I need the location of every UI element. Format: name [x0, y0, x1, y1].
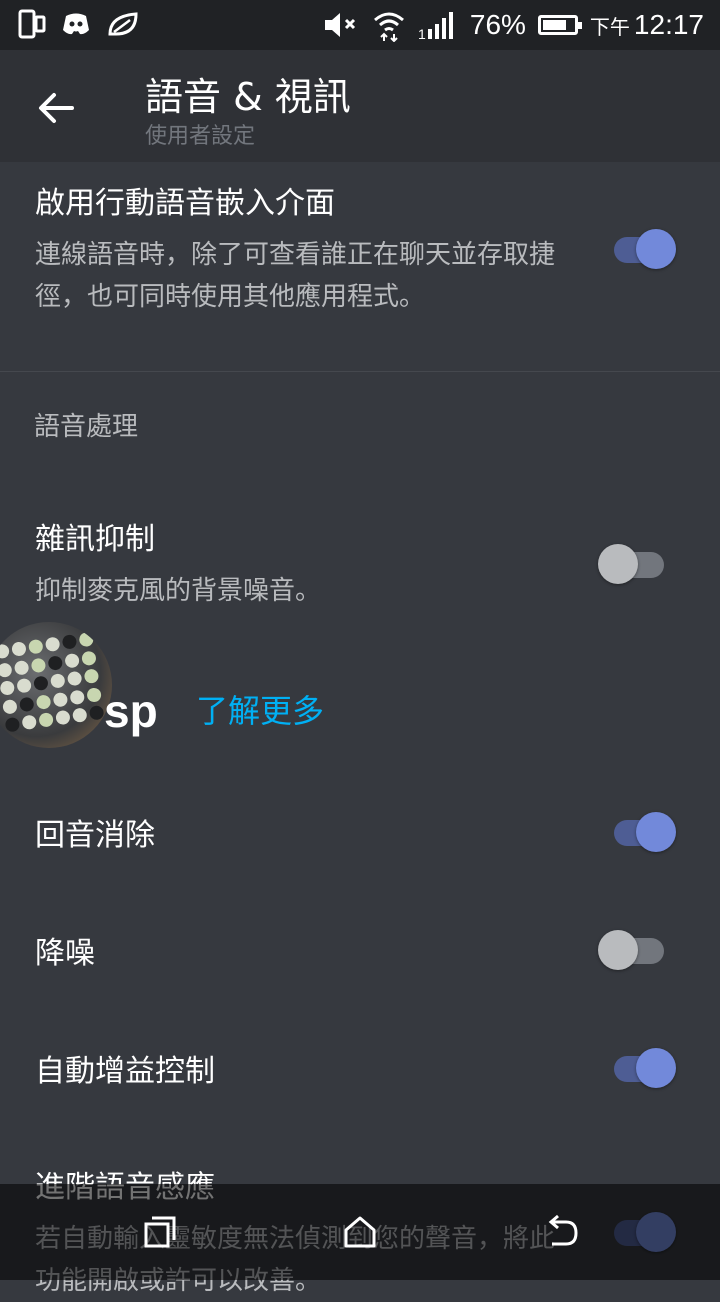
recent-apps-icon[interactable] [140, 1212, 180, 1252]
page-title: 語音 & 視訊 [145, 75, 351, 119]
auto-gain-toggle[interactable] [598, 1048, 676, 1088]
overlay-setting-title: 啟用行動語音嵌入介面 [35, 186, 335, 221]
signal-icon: 1 [418, 12, 453, 41]
wifi-icon [373, 12, 404, 42]
noise-reduction-toggle[interactable] [598, 930, 668, 970]
clock-time: 12:17 [633, 9, 704, 40]
mute-icon [324, 13, 355, 37]
echo-cancellation-title: 回音消除 [35, 818, 155, 853]
page-subtitle: 使用者設定 [145, 124, 256, 149]
floating-chat-bubble[interactable] [0, 622, 112, 748]
noise-suppression-desc: 抑制麥克風的背景噪音。 [35, 576, 322, 606]
home-icon[interactable] [340, 1212, 380, 1252]
battery-percent: 76% [469, 9, 526, 40]
overlay-toggle[interactable] [598, 229, 676, 269]
phone-screen-icon [18, 9, 46, 39]
overlay-setting-desc: 連線語音時，除了可查看誰正在聊天並存取捷徑，也可同時使用其他應用程式。 [35, 240, 556, 312]
discord-icon [63, 13, 89, 35]
system-nav-bar [0, 1184, 720, 1280]
noise-reduction-title: 降噪 [35, 936, 95, 971]
section-divider [0, 371, 720, 372]
battery-icon [537, 15, 582, 35]
noise-suppression-toggle[interactable] [598, 544, 668, 584]
krisp-logo: sp [104, 685, 158, 737]
learn-more-link[interactable]: 了解更多 [196, 686, 324, 732]
battery-level [542, 20, 566, 30]
clock-ampm: 下午 [589, 16, 630, 39]
app-header: 語音 & 視訊 使用者設定 [0, 50, 720, 162]
back-icon[interactable] [540, 1212, 580, 1252]
status-bar: 1 76% 下午 12:17 [0, 0, 720, 50]
svg-text:1: 1 [418, 26, 426, 41]
auto-gain-title: 自動增益控制 [35, 1054, 215, 1089]
leaf-icon [108, 12, 138, 36]
keyboard-photo [0, 631, 106, 734]
section-label-voice-processing: 語音處理 [34, 412, 139, 442]
echo-cancellation-toggle[interactable] [598, 812, 676, 852]
back-arrow-icon[interactable] [34, 86, 78, 130]
noise-suppression-title: 雜訊抑制 [35, 522, 155, 557]
